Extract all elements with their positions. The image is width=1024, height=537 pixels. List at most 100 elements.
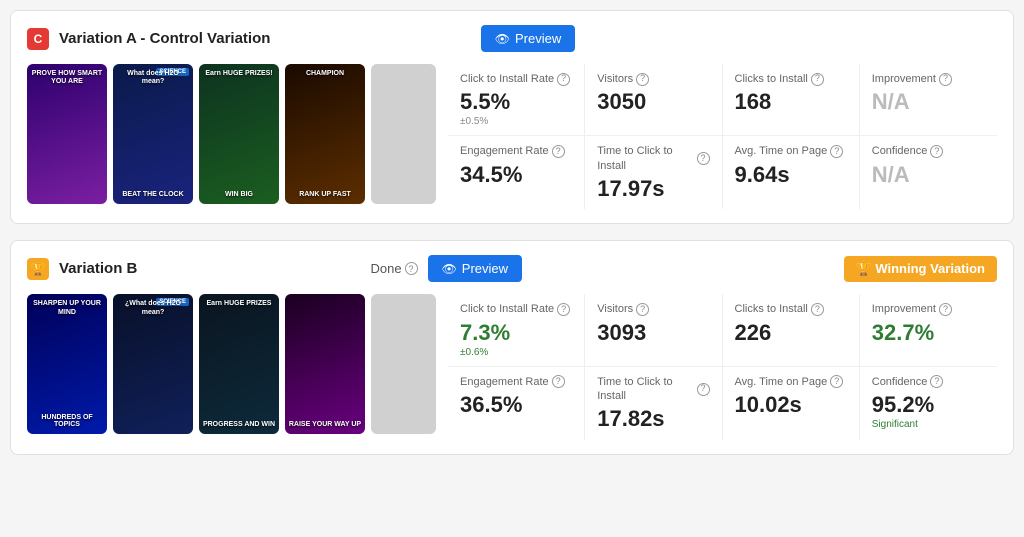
stat-cell-0-3: Improvement ? 32.7% — [860, 294, 997, 365]
variation-card-b: 🏆 Variation B Done ? 👁 Preview 🏆 Winning Var… — [10, 240, 1014, 454]
stat-value: 36.5% — [460, 393, 572, 417]
stat-cell-0-2: Clicks to Install ? 226 — [723, 294, 860, 365]
screenshot-thumb-4 — [371, 294, 436, 434]
preview-button[interactable]: 👁 Preview — [428, 255, 522, 282]
stat-value: N/A — [872, 163, 985, 187]
stat-label: Engagement Rate ? — [460, 375, 572, 389]
thumb-bottom-label: PROGRESS AND WIN — [199, 421, 279, 428]
stat-label: Improvement ? — [872, 302, 985, 316]
stat-label: Click to Install Rate ? — [460, 302, 572, 316]
stat-value: 226 — [735, 321, 847, 345]
info-icon[interactable]: ? — [930, 375, 943, 388]
thumb-bottom-label: RANK UP FAST — [285, 191, 365, 198]
variation-title: Variation B — [59, 260, 360, 277]
thumb-bottom-label: HUNDREDS OF TOPICS — [27, 414, 107, 428]
stat-cell-1-3: Confidence ? 95.2% Significant — [860, 367, 997, 440]
stats-row-0: Click to Install Rate ? 5.5% ±0.5% Visitors… — [448, 64, 997, 136]
stat-cell-1-1: Time to Click to Install ? 17.97s — [585, 136, 722, 209]
stat-value: 5.5% — [460, 90, 572, 114]
screenshots-row: SHARPEN UP YOUR MIND HUNDREDS OF TOPICS SC… — [27, 294, 436, 434]
stat-label: Improvement ? — [872, 72, 985, 86]
info-icon[interactable]: ? — [697, 152, 710, 165]
info-icon[interactable]: ? — [939, 303, 952, 316]
screenshot-thumb-0: PROVE HOW SMART YOU ARE — [27, 64, 107, 204]
variation-header: 🏆 Variation B Done ? 👁 Preview 🏆 Winning Var… — [27, 255, 997, 282]
stat-cell-0-2: Clicks to Install ?168 — [723, 64, 860, 135]
stat-label: Click to Install Rate ? — [460, 72, 572, 86]
stat-cell-1-1: Time to Click to Install ? 17.82s — [585, 367, 722, 440]
stat-label: Confidence ? — [872, 144, 985, 158]
info-icon[interactable]: ? — [636, 73, 649, 86]
variation-badge: C — [27, 28, 49, 50]
stat-sub: Significant — [872, 419, 985, 430]
info-icon[interactable]: ? — [830, 375, 843, 388]
thumb-bottom-label: WIN BIG — [199, 191, 279, 198]
stat-label: Confidence ? — [872, 375, 985, 389]
info-icon[interactable]: ? — [939, 73, 952, 86]
thumb-top-label: SHARPEN UP YOUR MIND — [27, 300, 107, 317]
screenshot-thumb-1: SCIENCE¿What does H2O mean? — [113, 294, 193, 434]
info-icon[interactable]: ? — [557, 303, 570, 316]
screenshot-thumb-4 — [371, 64, 436, 204]
stat-label: Time to Click to Install ? — [597, 144, 709, 173]
thumb-top-label: PROVE HOW SMART YOU ARE — [27, 70, 107, 87]
info-icon[interactable]: ? — [697, 383, 710, 396]
stat-cell-1-2: Avg. Time on Page ?10.02s — [723, 367, 860, 440]
stat-cell-0-3: Improvement ? N/A — [860, 64, 997, 135]
winning-variation-badge: 🏆 Winning Variation — [844, 256, 997, 282]
info-icon[interactable]: ? — [636, 303, 649, 316]
stat-label: Avg. Time on Page ? — [735, 144, 847, 158]
screenshot-thumb-3: CHAMPION RANK UP FAST — [285, 64, 365, 204]
screenshot-thumb-2: Earn HUGE PRIZES PROGRESS AND WIN — [199, 294, 279, 434]
thumb-top-label: Earn HUGE PRIZES! — [199, 70, 279, 78]
thumb-top-label: CHAMPION — [285, 70, 365, 78]
stats-section: Click to Install Rate ?7.3%±0.6%Visitors… — [448, 294, 997, 439]
stat-cell-0-1: Visitors ? 3093 — [585, 294, 722, 365]
stats-row-0: Click to Install Rate ?7.3%±0.6%Visitors… — [448, 294, 997, 366]
info-icon[interactable]: ? — [811, 303, 824, 316]
info-icon[interactable]: ? — [811, 73, 824, 86]
stat-value: 32.7% — [872, 321, 985, 345]
screenshot-thumb-3: RAISE YOUR WAY UP — [285, 294, 365, 434]
variation-body: PROVE HOW SMART YOU ARE SCIENCEWhat does … — [27, 64, 997, 209]
stat-value: 34.5% — [460, 163, 572, 187]
stat-label: Clicks to Install ? — [735, 302, 847, 316]
preview-button[interactable]: 👁 Preview — [481, 25, 575, 52]
stat-label: Time to Click to Install ? — [597, 375, 709, 404]
thumb-top-label: What does H2O mean? — [113, 70, 193, 87]
stat-label: Visitors ? — [597, 302, 709, 316]
info-icon[interactable]: ? — [930, 145, 943, 158]
stat-cell-1-2: Avg. Time on Page ?9.64s — [723, 136, 860, 209]
stat-cell-1-0: Engagement Rate ? 34.5% — [448, 136, 585, 209]
stat-value: N/A — [872, 90, 985, 114]
stat-label: Visitors ? — [597, 72, 709, 86]
thumb-bottom-label: RAISE YOUR WAY UP — [285, 421, 365, 428]
stats-section: Click to Install Rate ? 5.5% ±0.5% Visitors… — [448, 64, 997, 209]
stat-sub: ±0.6% — [460, 347, 572, 358]
stat-value: 10.02s — [735, 393, 847, 417]
stat-cell-1-3: Confidence ? N/A — [860, 136, 997, 209]
stat-cell-0-0: Click to Install Rate ?7.3%±0.6% — [448, 294, 585, 365]
info-icon[interactable]: ? — [552, 145, 565, 158]
stat-value: 3093 — [597, 321, 709, 345]
thumb-top-label: Earn HUGE PRIZES — [199, 300, 279, 308]
stats-row-1: Engagement Rate ? 36.5% Time to Click to I… — [448, 367, 997, 440]
screenshot-thumb-0: SHARPEN UP YOUR MIND HUNDREDS OF TOPICS — [27, 294, 107, 434]
stat-value: 17.82s — [597, 407, 709, 431]
stat-label: Clicks to Install ? — [735, 72, 847, 86]
stat-value: 95.2% — [872, 393, 985, 417]
stat-value: 17.97s — [597, 177, 709, 201]
screenshot-thumb-1: SCIENCEWhat does H2O mean?BEAT THE CLOCK — [113, 64, 193, 204]
stat-cell-0-0: Click to Install Rate ? 5.5% ±0.5% — [448, 64, 585, 135]
variation-body: SHARPEN UP YOUR MIND HUNDREDS OF TOPICS SC… — [27, 294, 997, 439]
info-icon[interactable]: ? — [557, 73, 570, 86]
stats-row-1: Engagement Rate ? 34.5% Time to Click to I… — [448, 136, 997, 209]
stat-sub: ±0.5% — [460, 116, 572, 127]
status-label: Done ? — [370, 261, 417, 276]
stat-cell-1-0: Engagement Rate ? 36.5% — [448, 367, 585, 440]
stat-label: Engagement Rate ? — [460, 144, 572, 158]
variation-title: Variation A - Control Variation — [59, 30, 471, 47]
info-icon[interactable]: ? — [552, 375, 565, 388]
variation-badge: 🏆 — [27, 258, 49, 280]
info-icon[interactable]: ? — [830, 145, 843, 158]
